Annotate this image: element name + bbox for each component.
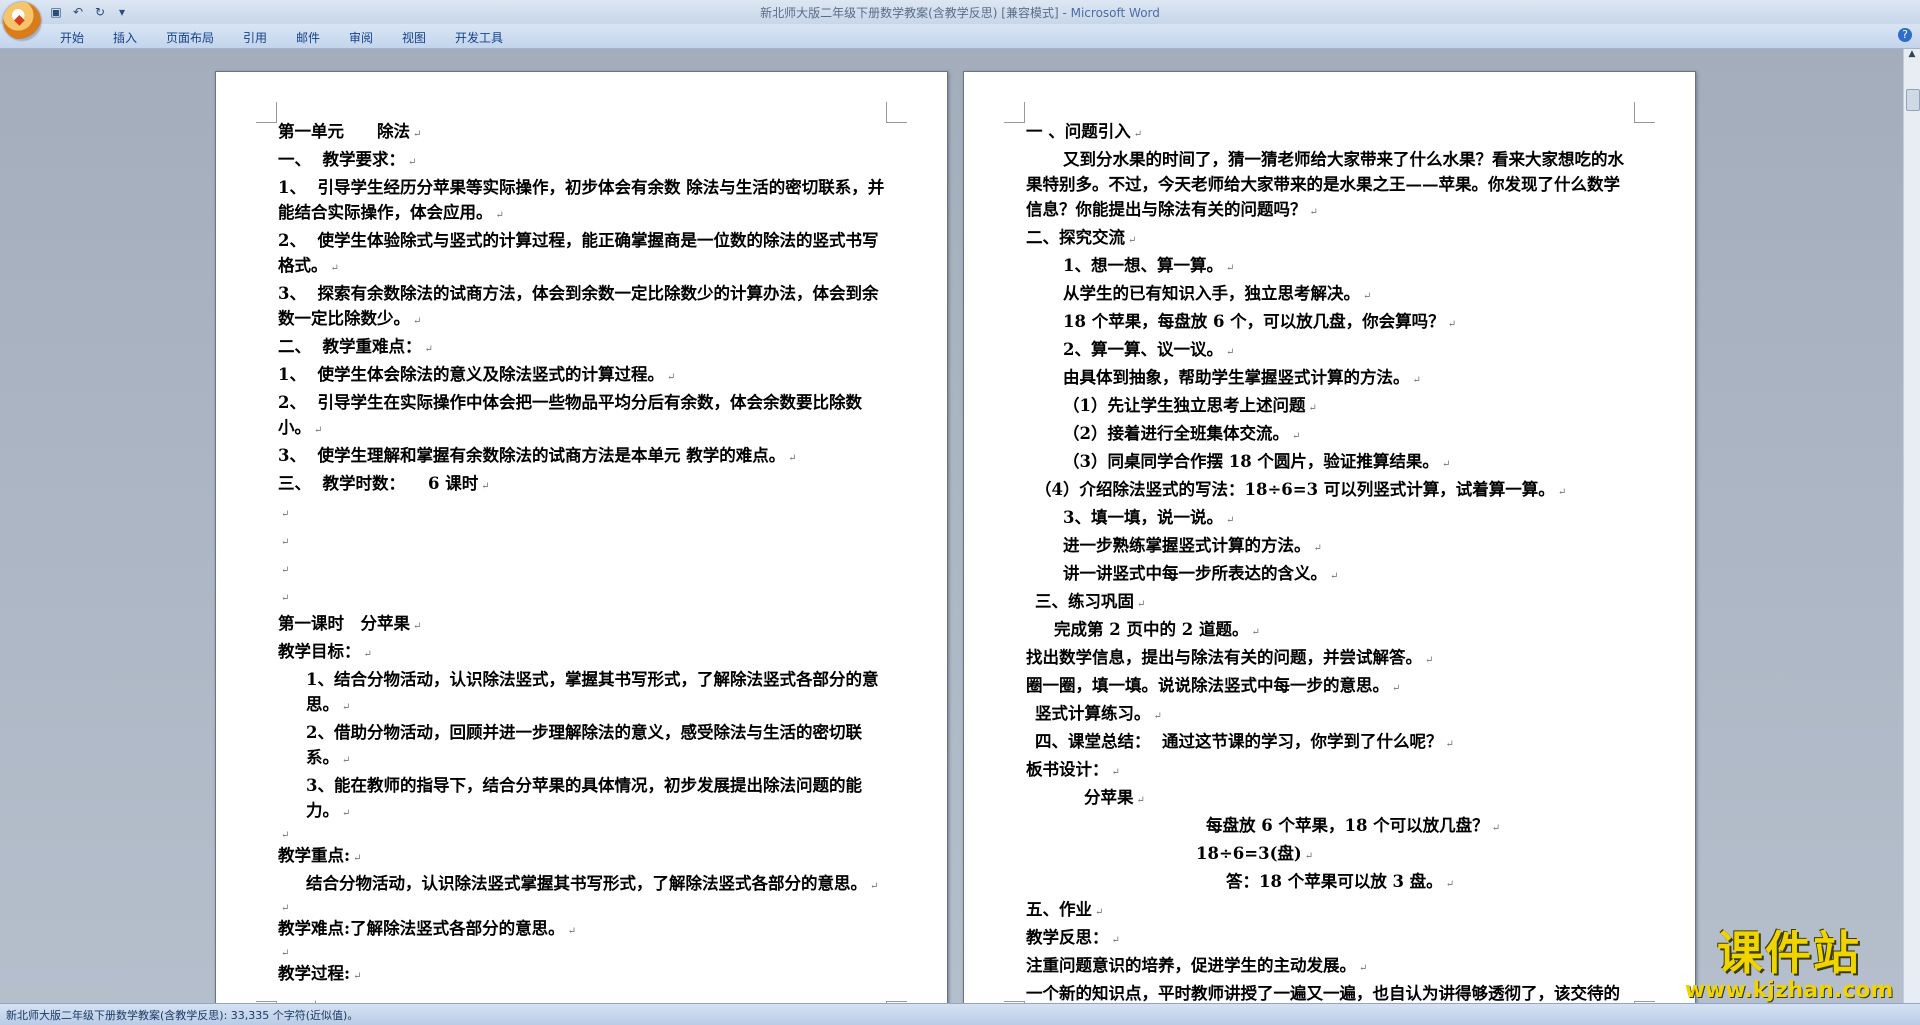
tab-view[interactable]: 视图 xyxy=(402,29,426,46)
tab-page-layout[interactable]: 页面布局 xyxy=(166,29,214,46)
document-page-1[interactable]: 第一单元 除法 一、 教学要求： 1、 引导学生经历分苹果等实际操作，初步体会有… xyxy=(215,71,948,1013)
board-line: 答：18 个苹果可以放 3 盘。 xyxy=(1026,869,1636,897)
paragraph: （1）先让学生独立思考上述问题 xyxy=(1026,393,1636,421)
board-line: 18÷6=3(盘) xyxy=(1026,841,1636,869)
window-title: 新北师大版二年级下册数学教案(含教学反思) [兼容模式] - Microsoft… xyxy=(0,4,1920,21)
empty-paragraph xyxy=(278,499,888,527)
paragraph: 由具体到抽象，帮助学生掌握竖式计算的方法。 xyxy=(1026,365,1636,393)
paragraph: 1、 引导学生经历分苹果等实际操作，初步体会有余数 除法与生活的密切联系，并能结… xyxy=(278,175,888,228)
save-icon[interactable]: ▣ xyxy=(48,4,64,20)
watermark-logo: 课件站 www.kjzhan.com xyxy=(1669,927,1909,1003)
app-name: Microsoft Word xyxy=(1070,6,1160,20)
vertical-scrollbar[interactable]: ▲ xyxy=(1903,49,1920,1004)
section-heading: 教学过程: xyxy=(278,961,888,989)
margin-mark xyxy=(1634,102,1655,123)
ribbon-tab-bar: 开始 插入 页面布局 引用 邮件 审阅 视图 开发工具 ? xyxy=(0,24,1920,49)
tab-home[interactable]: 开始 xyxy=(60,29,84,46)
paragraph: 圈一圈，填一填。说说除法竖式中每一步的意思。 xyxy=(1026,673,1636,701)
quick-access-toolbar: ▣ ↶ ↻ ▾ xyxy=(48,3,130,21)
help-icon[interactable]: ? xyxy=(1898,28,1912,42)
section-heading: 教学目标： xyxy=(278,639,888,667)
section-heading: 三、练习巩固 xyxy=(1026,589,1636,617)
margin-mark xyxy=(1004,102,1025,123)
paragraph: （4）介绍除法竖式的写法：18÷6=3 可以列竖式计算，试着算一算。 xyxy=(1026,477,1636,505)
scroll-up-icon[interactable]: ▲ xyxy=(1905,49,1919,63)
board-title: 分苹果 xyxy=(1026,785,1636,813)
paragraph: 3、 使学生理解和掌握有余数除法的试商方法是本单元 教学的难点。 xyxy=(278,443,888,471)
board-line: 每盘放 6 个苹果，18 个可以放几盘？ xyxy=(1026,813,1636,841)
paragraph: 又到分水果的时间了，猜一猜老师给大家带来了什么水果？看来大家想吃的水果特别多。不… xyxy=(1026,147,1636,225)
tab-developer[interactable]: 开发工具 xyxy=(455,29,503,46)
paragraph: 结合分物活动，认识除法竖式掌握其书写形式，了解除法竖式各部分的意思。 xyxy=(278,871,888,899)
paragraph: 注重问题意识的培养，促进学生的主动发展。 xyxy=(1026,953,1636,981)
section-heading: 三、 教学时数： 6 课时 xyxy=(278,471,888,499)
empty-paragraph xyxy=(278,899,888,916)
empty-paragraph xyxy=(278,826,888,843)
paragraph: （3）同桌同学合作摆 18 个圆片，验证推算结果。 xyxy=(1026,449,1636,477)
margin-mark xyxy=(886,102,907,123)
section-heading: 一、 教学要求： xyxy=(278,147,888,175)
customize-toolbar-icon[interactable]: ▾ xyxy=(114,4,130,20)
paragraph: 2、 使学生体验除式与竖式的计算过程，能正确掌握商是一位数的除法的竖式书写格式。 xyxy=(278,228,888,281)
page-2-text[interactable]: 一 、问题引入 又到分水果的时间了，猜一猜老师给大家带来了什么水果？看来大家想吃… xyxy=(1026,119,1636,1012)
empty-paragraph xyxy=(278,583,888,611)
status-text: 新北师大版二年级下册数学教案(含教学反思): 33,335 个字符(近似值)。 xyxy=(6,1009,359,1022)
tab-insert[interactable]: 插入 xyxy=(113,29,137,46)
paragraph: 2、算一算、议一议。 xyxy=(1026,337,1636,365)
tab-mailings[interactable]: 邮件 xyxy=(296,29,320,46)
section-heading: 二、 教学重难点： xyxy=(278,334,888,362)
section-heading: 板书设计： xyxy=(1026,757,1636,785)
section-heading: 一 、问题引入 xyxy=(1026,119,1636,147)
paragraph: 2、 引导学生在实际操作中体会把一些物品平均分后有余数，体会余数要比除数小。 xyxy=(278,390,888,443)
watermark-url: www.kjzhan.com xyxy=(1684,978,1894,1003)
tab-review[interactable]: 审阅 xyxy=(349,29,373,46)
paragraph: 1、想一想、算一算。 xyxy=(1026,253,1636,281)
paragraph: 完成第 2 页中的 2 道题。 xyxy=(1026,617,1636,645)
office-button[interactable]: ◆ xyxy=(3,2,41,40)
title-bar: 新北师大版二年级下册数学教案(含教学反思) [兼容模式] - Microsoft… xyxy=(0,0,1920,24)
paragraph: 3、 探索有余数除法的试商方法，体会到余数一定比除数少的计算办法，体会到余数一定… xyxy=(278,281,888,334)
section-heading: 四、课堂总结： 通过这节课的学习，你学到了什么呢？ xyxy=(1026,729,1636,757)
section-heading: 教学重点: xyxy=(278,843,888,871)
scroll-thumb[interactable] xyxy=(1906,89,1920,111)
paragraph: 从学生的已有知识入手，独立思考解决。 xyxy=(1026,281,1636,309)
page-1-text[interactable]: 第一单元 除法 一、 教学要求： 1、 引导学生经历分苹果等实际操作，初步体会有… xyxy=(278,119,888,1012)
empty-paragraph xyxy=(278,555,888,583)
watermark-text: 课件站 xyxy=(1717,926,1861,980)
lesson-heading: 第一课时 分苹果 xyxy=(278,611,888,639)
paragraph: 找出数学信息，提出与除法有关的问题，并尝试解答。 xyxy=(1026,645,1636,673)
paragraph: 2、借助分物活动，回顾并进一步理解除法的意义，感受除法与生活的密切联系。 xyxy=(278,720,888,773)
status-bar: 新北师大版二年级下册数学教案(含教学反思): 33,335 个字符(近似值)。 xyxy=(0,1003,1920,1025)
undo-icon[interactable]: ↶ xyxy=(70,4,86,20)
paragraph: 1、 使学生体会除法的意义及除法竖式的计算过程。 xyxy=(278,362,888,390)
document-title: 新北师大版二年级下册数学教案(含教学反思) [兼容模式] - xyxy=(760,6,1071,20)
paragraph: 1、结合分物活动，认识除法竖式，掌握其书写形式，了解除法竖式各部分的意思。 xyxy=(278,667,888,720)
paragraph: 3、能在教师的指导下，结合分苹果的具体情况，初步发展提出除法问题的能力。 xyxy=(278,773,888,826)
margin-mark xyxy=(256,102,277,123)
paragraph: 竖式计算练习。 xyxy=(1026,701,1636,729)
paragraph: 讲一讲竖式中每一步所表达的含义。 xyxy=(1026,561,1636,589)
section-heading: 二、探究交流 xyxy=(1026,225,1636,253)
paragraph: （2）接着进行全班集体交流。 xyxy=(1026,421,1636,449)
empty-paragraph xyxy=(278,944,888,961)
section-heading: 五、作业 xyxy=(1026,897,1636,925)
redo-icon[interactable]: ↻ xyxy=(92,4,108,20)
tab-references[interactable]: 引用 xyxy=(243,29,267,46)
paragraph: 18 个苹果，每盘放 6 个，可以放几盘，你会算吗？ xyxy=(1026,309,1636,337)
paragraph: 进一步熟练掌握竖式计算的方法。 xyxy=(1026,533,1636,561)
paragraph: 3、填一填，说一说。 xyxy=(1026,505,1636,533)
section-heading: 教学难点:了解除法竖式各部分的意思。 xyxy=(278,916,888,944)
office-logo-icon: ◆ xyxy=(14,12,25,28)
empty-paragraph xyxy=(278,527,888,555)
unit-heading: 第一单元 除法 xyxy=(278,119,888,147)
section-heading: 教学反思： xyxy=(1026,925,1636,953)
document-page-2[interactable]: 一 、问题引入 又到分水果的时间了，猜一猜老师给大家带来了什么水果？看来大家想吃… xyxy=(963,71,1696,1013)
